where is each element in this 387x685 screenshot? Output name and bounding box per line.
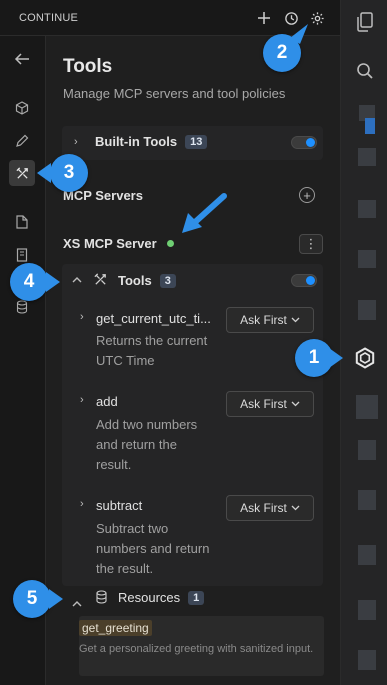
callout-4: 4 [10, 263, 48, 301]
tools-card: Tools 3 › get_current_utc_ti... Returns … [62, 264, 323, 586]
activity-bar [340, 0, 387, 685]
callout-4-pointer [46, 272, 60, 292]
tool-name: add [96, 394, 118, 409]
blurred-icon[interactable] [358, 250, 376, 268]
panel-header: CONTINUE [0, 0, 340, 36]
callout-1: 1 [295, 339, 333, 377]
callout-3-pointer [37, 163, 51, 183]
server-status-dot [166, 240, 174, 247]
tool-description-line: result. [96, 457, 132, 472]
back-arrow-icon[interactable] [9, 46, 35, 72]
settings-gear-icon[interactable] [307, 8, 327, 28]
callout-2-pointer [290, 24, 308, 44]
annotation-arrow [182, 193, 227, 233]
pencil-icon[interactable] [9, 128, 35, 154]
cube-icon[interactable] [9, 95, 35, 121]
tool-description: Add two numbers and return the result. [96, 415, 197, 475]
resources-count: 1 [188, 590, 205, 605]
page-subtitle: Manage MCP servers and tool policies [63, 86, 286, 101]
tool-policy-value: Ask First [240, 313, 287, 327]
tool-policy-dropdown[interactable]: Ask First [226, 307, 314, 333]
tool-description-line: Returns the current [96, 333, 208, 348]
tool-name: get_current_utc_ti... [96, 311, 211, 326]
blurred-icon[interactable] [358, 490, 376, 510]
chevron-down-icon [291, 317, 300, 323]
blurred-icon[interactable] [358, 440, 376, 460]
toggle-knob [306, 138, 315, 147]
callout-5-pointer [49, 589, 63, 609]
file-icon[interactable] [9, 209, 35, 235]
resources-label: Resources [118, 590, 181, 605]
tool-description-line: and return the [96, 437, 177, 452]
blurred-icon[interactable] [358, 200, 376, 218]
continue-extension-icon[interactable] [353, 346, 377, 370]
blurred-icon[interactable] [358, 545, 376, 565]
callout-3: 3 [50, 154, 88, 192]
database-icon [95, 590, 108, 609]
chevron-right-icon[interactable]: › [80, 311, 84, 323]
blurred-icon[interactable] [358, 148, 376, 166]
callout-5: 5 [13, 580, 51, 618]
tools-icon[interactable] [9, 160, 35, 186]
blurred-icon[interactable] [356, 395, 378, 419]
tool-description-line: the result. [96, 561, 154, 576]
chevron-up-icon[interactable] [72, 594, 82, 612]
add-server-plus-icon[interactable]: + [299, 187, 315, 203]
callout-1-pointer [329, 348, 343, 368]
tool-policy-value: Ask First [240, 501, 287, 515]
blurred-icon[interactable] [358, 300, 376, 320]
panel-title: CONTINUE [19, 12, 79, 24]
tool-description: Subtract two numbers and return the resu… [96, 519, 209, 579]
blurred-icon[interactable] [358, 650, 376, 670]
tools-section-count: 3 [159, 273, 176, 288]
chevron-down-icon [291, 505, 300, 511]
tool-description-line: UTC Time [96, 353, 155, 368]
chevron-right-icon[interactable]: › [80, 394, 84, 406]
tool-policy-dropdown[interactable]: Ask First [226, 391, 314, 417]
chevron-down-icon [291, 401, 300, 407]
chevron-up-icon[interactable] [72, 274, 82, 286]
tools-section-label: Tools [118, 273, 152, 288]
tool-policy-value: Ask First [240, 397, 287, 411]
resource-item[interactable]: get_greeting Get a personalized greeting… [79, 616, 324, 676]
tool-description: Returns the current UTC Time [96, 331, 207, 371]
tool-description-line: numbers and return [96, 541, 210, 556]
resource-name: get_greeting [79, 620, 152, 636]
builtin-tools-toggle[interactable] [291, 136, 317, 149]
server-more-icon[interactable]: ⋮ [299, 234, 323, 254]
builtin-tools-count: 13 [185, 134, 208, 149]
blurred-icon[interactable] [365, 118, 375, 134]
tool-description-line: Subtract two [96, 521, 169, 536]
builtin-tools-card[interactable]: › Built-in Tools 13 [62, 126, 323, 160]
blurred-icon[interactable] [358, 600, 376, 620]
chevron-right-icon[interactable]: › [80, 498, 84, 510]
search-icon[interactable] [353, 59, 377, 83]
resource-description: Get a personalized greeting with sanitiz… [79, 643, 314, 655]
new-session-icon[interactable] [254, 8, 274, 28]
copy-files-icon[interactable] [353, 10, 377, 34]
tool-policy-dropdown[interactable]: Ask First [226, 495, 314, 521]
toggle-knob [306, 276, 315, 285]
builtin-tools-label: Built-in Tools [95, 134, 178, 149]
chevron-right-icon[interactable]: › [74, 136, 78, 148]
tools-section-toggle[interactable] [291, 274, 317, 287]
tool-description-line: Add two numbers [96, 417, 198, 432]
server-name: XS MCP Server [63, 236, 157, 251]
tools-section-icon [93, 272, 108, 292]
tool-name: subtract [96, 498, 143, 513]
page-title: Tools [63, 56, 113, 77]
